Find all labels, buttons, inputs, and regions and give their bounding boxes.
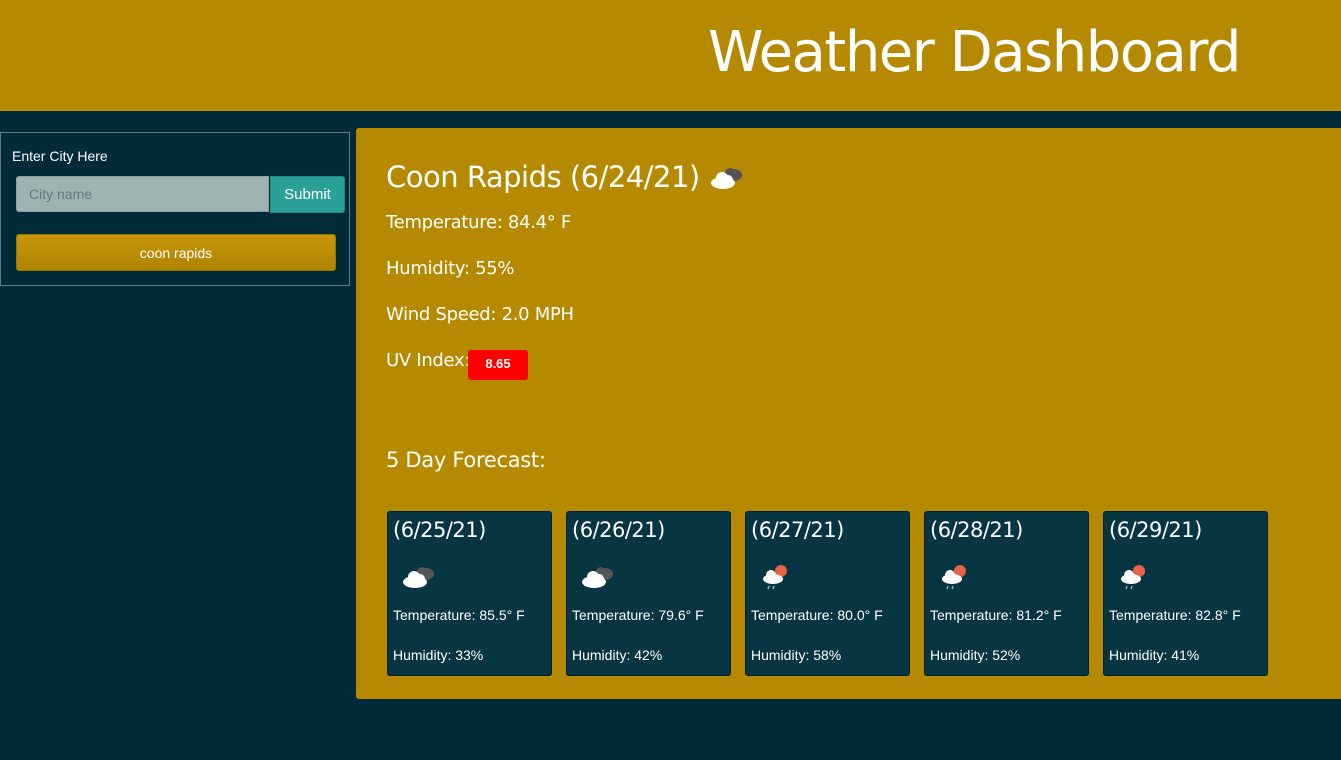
forecast-card: (6/27/21) Temperature: 80.0° F Humidity:… — [745, 511, 910, 676]
forecast-humidity: Humidity: 58% — [751, 647, 842, 663]
forecast-date: (6/28/21) — [930, 518, 1023, 542]
page-title: Weather Dashboard — [708, 20, 1241, 85]
cloudy-icon — [577, 560, 617, 592]
sun-rain-icon — [756, 560, 796, 592]
forecast-temperature: Temperature: 82.8° F — [1109, 607, 1241, 623]
search-panel: Enter City Here Submit coon rapids — [0, 132, 350, 286]
current-city-heading: Coon Rapids (6/24/21) — [386, 160, 748, 194]
forecast-date: (6/29/21) — [1109, 518, 1202, 542]
sun-rain-icon — [935, 560, 975, 592]
current-humidity: Humidity: 55% — [386, 258, 515, 279]
forecast-humidity: Humidity: 33% — [393, 647, 484, 663]
forecast-temperature: Temperature: 79.6° F — [572, 607, 704, 623]
forecast-card: (6/25/21) Temperature: 85.5° F Humidity:… — [387, 511, 552, 676]
forecast-humidity: Humidity: 52% — [930, 647, 1021, 663]
forecast-temperature: Temperature: 80.0° F — [751, 607, 883, 623]
submit-button[interactable]: Submit — [270, 176, 345, 213]
cloudy-icon — [708, 162, 748, 192]
forecast-date: (6/25/21) — [393, 518, 486, 542]
forecast-card: (6/26/21) Temperature: 79.6° F Humidity:… — [566, 511, 731, 676]
city-input[interactable] — [16, 176, 269, 212]
forecast-temperature: Temperature: 85.5° F — [393, 607, 525, 623]
forecast-humidity: Humidity: 41% — [1109, 647, 1200, 663]
uv-index-badge: 8.65 — [468, 350, 528, 380]
forecast-humidity: Humidity: 42% — [572, 647, 663, 663]
current-city-title: Coon Rapids (6/24/21) — [386, 160, 700, 194]
current-temperature: Temperature: 84.4° F — [386, 212, 571, 233]
page-header: Weather Dashboard — [0, 0, 1341, 111]
cloudy-icon — [398, 560, 438, 592]
forecast-card: (6/28/21) Temperature: 81.2° F Humidity:… — [924, 511, 1089, 676]
sun-rain-icon — [1114, 560, 1154, 592]
forecast-card: (6/29/21) Temperature: 82.8° F Humidity:… — [1103, 511, 1268, 676]
forecast-title: 5 Day Forecast: — [386, 448, 546, 472]
history-city-button[interactable]: coon rapids — [16, 234, 336, 271]
search-label: Enter City Here — [12, 148, 108, 164]
current-wind-speed: Wind Speed: 2.0 MPH — [386, 304, 574, 325]
forecast-date: (6/27/21) — [751, 518, 844, 542]
forecast-date: (6/26/21) — [572, 518, 665, 542]
current-weather-panel: Coon Rapids (6/24/21) Temperature: 84.4°… — [356, 128, 1341, 699]
forecast-temperature: Temperature: 81.2° F — [930, 607, 1062, 623]
uv-index-label: UV Index: — [386, 350, 471, 371]
